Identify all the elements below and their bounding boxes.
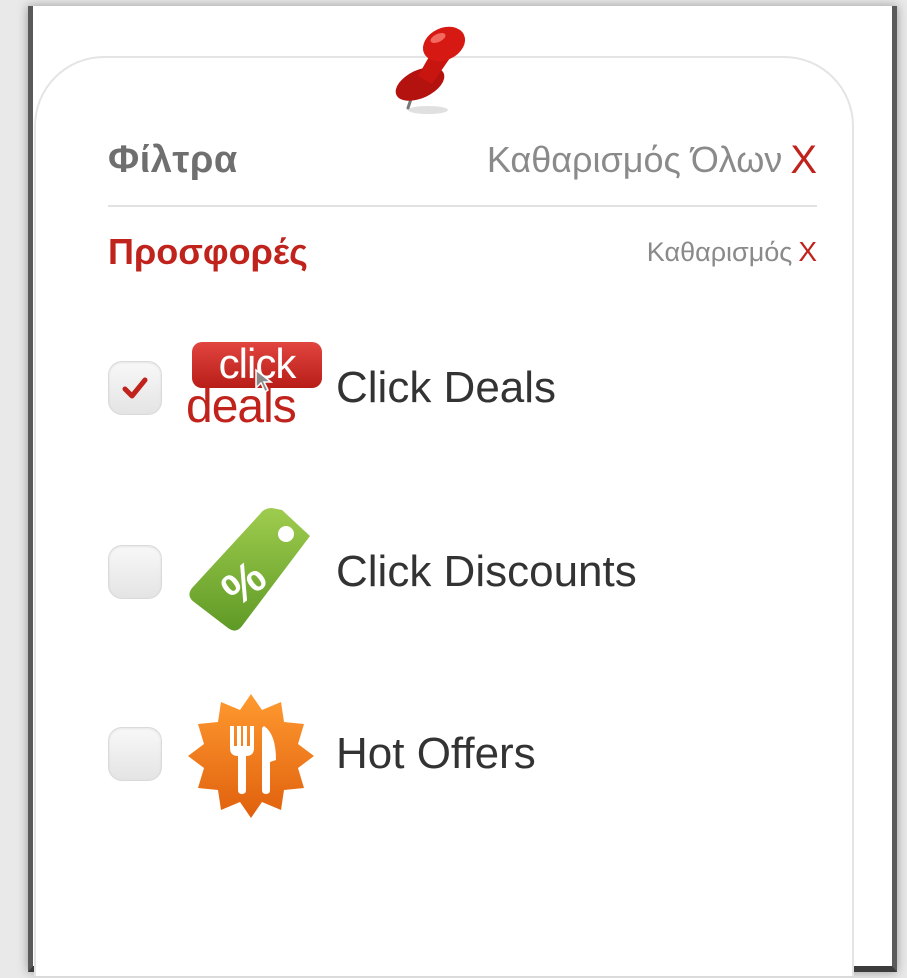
option-label: Click Deals: [336, 363, 557, 412]
mouse-cursor-icon: [255, 368, 274, 394]
clear-section-button[interactable]: Καθαρισμός X: [647, 237, 817, 268]
checkmark-icon: [122, 377, 148, 399]
checkbox-hot-offers[interactable]: [108, 727, 162, 781]
option-label: Click Discounts: [336, 547, 637, 596]
option-click-deals[interactable]: click deals Click Deals: [108, 328, 556, 448]
clear-all-label: Καθαρισμός Όλων: [486, 139, 783, 180]
option-click-discounts[interactable]: % Click Discounts: [108, 508, 637, 632]
section-title: Προσφορές: [108, 231, 308, 272]
clear-all-x-icon: X: [790, 138, 817, 182]
clear-section-x-icon: X: [798, 236, 817, 267]
filters-header: Φίλτρα Καθαρισμός Όλων X: [108, 130, 817, 190]
offers-section-header: Προσφορές Καθαρισμός X: [108, 222, 817, 282]
divider: [108, 205, 817, 207]
option-label: Hot Offers: [336, 729, 536, 778]
fork-knife-badge-icon: [186, 694, 326, 818]
option-hot-offers[interactable]: Hot Offers: [108, 694, 536, 818]
checkbox-click-discounts[interactable]: [108, 545, 162, 599]
clear-section-label: Καθαρισμός: [646, 236, 793, 267]
clear-all-button[interactable]: Καθαρισμός Όλων X: [487, 139, 817, 181]
click-deals-logo: click deals: [186, 328, 326, 448]
checkbox-click-deals[interactable]: [108, 361, 162, 415]
filters-title: Φίλτρα: [108, 138, 238, 181]
discount-tag-icon: %: [186, 508, 326, 632]
push-pin-icon: [395, 26, 466, 114]
